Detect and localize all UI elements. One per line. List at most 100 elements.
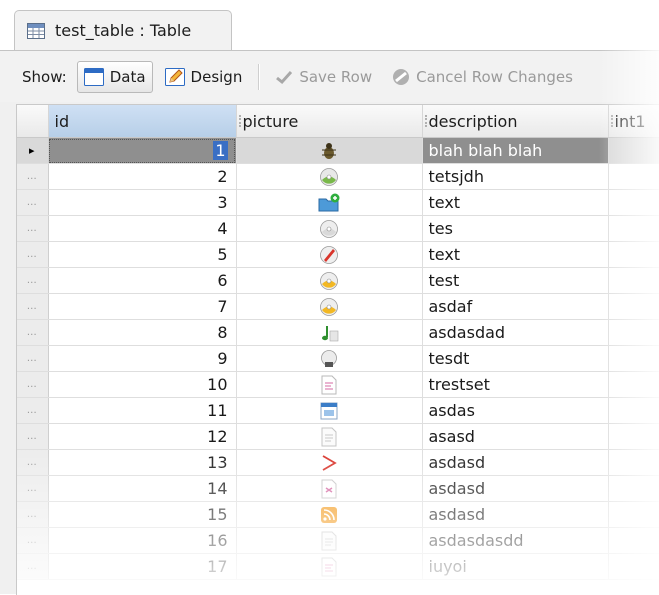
cell-id[interactable]: 13 — [48, 449, 237, 476]
cell-description[interactable]: asdasd — [422, 501, 609, 528]
save-row-button[interactable]: Save Row — [269, 61, 378, 93]
cell-id[interactable]: 12 — [48, 423, 237, 450]
cell-int1[interactable] — [608, 397, 659, 424]
cell-picture[interactable] — [236, 449, 423, 476]
table-row[interactable]: … 8 asdasdad — [17, 319, 659, 346]
table-row[interactable]: … 2 tetsjdh — [17, 163, 659, 190]
table-row[interactable]: … 9 tesdt — [17, 345, 659, 372]
row-header[interactable]: … — [17, 449, 49, 476]
column-header-id[interactable]: id — [48, 105, 237, 138]
table-row[interactable]: … 16 asdasdasdd — [17, 527, 659, 554]
row-header[interactable]: … — [17, 371, 49, 398]
cell-description[interactable]: text — [422, 189, 609, 216]
cell-picture[interactable] — [236, 397, 423, 424]
cell-int1[interactable] — [608, 527, 659, 554]
cell-id[interactable]: 5 — [48, 241, 237, 268]
row-header[interactable]: … — [17, 189, 49, 216]
cell-description[interactable]: tes — [422, 215, 609, 242]
cell-picture[interactable] — [236, 371, 423, 398]
cell-description[interactable]: asdasd — [422, 449, 609, 476]
row-header[interactable]: … — [17, 397, 49, 424]
cell-description[interactable]: tetsjdh — [422, 163, 609, 190]
cell-description[interactable]: text — [422, 241, 609, 268]
cell-id[interactable]: 8 — [48, 319, 237, 346]
table-row[interactable]: … 10 trestset — [17, 371, 659, 398]
table-row[interactable]: … 14 asdasd — [17, 475, 659, 502]
cell-picture[interactable] — [236, 293, 423, 320]
row-header[interactable]: … — [17, 267, 49, 294]
cell-id[interactable]: 2 — [48, 163, 237, 190]
cell-id[interactable]: 3 — [48, 189, 237, 216]
cell-picture[interactable] — [236, 163, 423, 190]
cell-picture[interactable] — [236, 137, 423, 164]
cell-id[interactable]: 11 — [48, 397, 237, 424]
cell-int1[interactable] — [608, 371, 659, 398]
cell-picture[interactable] — [236, 501, 423, 528]
cell-int1[interactable] — [608, 449, 659, 476]
row-header[interactable]: … — [17, 345, 49, 372]
cell-int1[interactable] — [608, 215, 659, 242]
cell-id[interactable]: 7 — [48, 293, 237, 320]
cell-id[interactable]: 10 — [48, 371, 237, 398]
data-view-button[interactable]: Data — [76, 60, 153, 93]
cell-id[interactable]: 9 — [48, 345, 237, 372]
row-header[interactable]: … — [17, 319, 49, 346]
cell-description[interactable]: asdasdasdd — [422, 527, 609, 554]
cell-description[interactable]: tesdt — [422, 345, 609, 372]
cell-int1[interactable] — [608, 137, 659, 164]
cell-description[interactable]: trestset — [422, 371, 609, 398]
table-row[interactable]: … 6 test — [17, 267, 659, 294]
cell-id[interactable]: 6 — [48, 267, 237, 294]
table-row[interactable]: … 4 tes — [17, 215, 659, 242]
cell-id[interactable]: 17 — [48, 553, 237, 580]
table-row[interactable]: … 13 asdasd — [17, 449, 659, 476]
column-resize-grip[interactable] — [238, 115, 243, 127]
row-header[interactable]: … — [17, 163, 49, 190]
row-header[interactable]: … — [17, 501, 49, 528]
current-row-marker[interactable]: ▸ — [17, 137, 49, 164]
table-row[interactable]: … 15 asdasd — [17, 501, 659, 528]
cell-int1[interactable] — [608, 163, 659, 190]
cell-int1[interactable] — [608, 475, 659, 502]
cell-description[interactable]: asasd — [422, 423, 609, 450]
design-view-button[interactable]: Design — [159, 61, 249, 93]
column-header-int1[interactable]: int1 — [608, 105, 659, 138]
table-row[interactable]: … 7 asdaf — [17, 293, 659, 320]
row-header[interactable]: … — [17, 293, 49, 320]
cell-description[interactable]: asdaf — [422, 293, 609, 320]
cell-picture[interactable] — [236, 319, 423, 346]
table-row[interactable]: … 12 asasd — [17, 423, 659, 450]
cell-picture[interactable] — [236, 423, 423, 450]
cell-picture[interactable] — [236, 527, 423, 554]
cell-picture[interactable] — [236, 475, 423, 502]
row-header[interactable]: … — [17, 527, 49, 554]
cell-int1[interactable] — [608, 189, 659, 216]
cell-int1[interactable] — [608, 319, 659, 346]
row-header[interactable]: … — [17, 475, 49, 502]
cell-id[interactable]: 14 — [48, 475, 237, 502]
column-resize-grip[interactable] — [424, 115, 429, 127]
table-row[interactable]: … 17 iuyoi — [17, 553, 659, 580]
cell-picture[interactable] — [236, 553, 423, 580]
table-row[interactable]: … 3 text — [17, 189, 659, 216]
cell-int1[interactable] — [608, 501, 659, 528]
cell-int1[interactable] — [608, 553, 659, 580]
row-header[interactable]: … — [17, 215, 49, 242]
cell-description[interactable]: iuyoi — [422, 553, 609, 580]
cell-id[interactable]: 1 — [48, 137, 237, 164]
cell-picture[interactable] — [236, 241, 423, 268]
row-header[interactable]: … — [17, 553, 49, 580]
cancel-row-changes-button[interactable]: Cancel Row Changes — [386, 61, 579, 93]
cell-description[interactable]: asdasdad — [422, 319, 609, 346]
cell-description[interactable]: asdas — [422, 397, 609, 424]
data-grid[interactable]: id picture description int1 ▸ 1 blah blah … — [16, 104, 659, 595]
cell-picture[interactable] — [236, 189, 423, 216]
cell-picture[interactable] — [236, 267, 423, 294]
cell-id[interactable]: 16 — [48, 527, 237, 554]
row-header[interactable]: … — [17, 241, 49, 268]
cell-picture[interactable] — [236, 345, 423, 372]
cell-description[interactable]: test — [422, 267, 609, 294]
cell-id[interactable]: 4 — [48, 215, 237, 242]
column-header-picture[interactable]: picture — [236, 105, 423, 138]
row-header[interactable]: … — [17, 423, 49, 450]
